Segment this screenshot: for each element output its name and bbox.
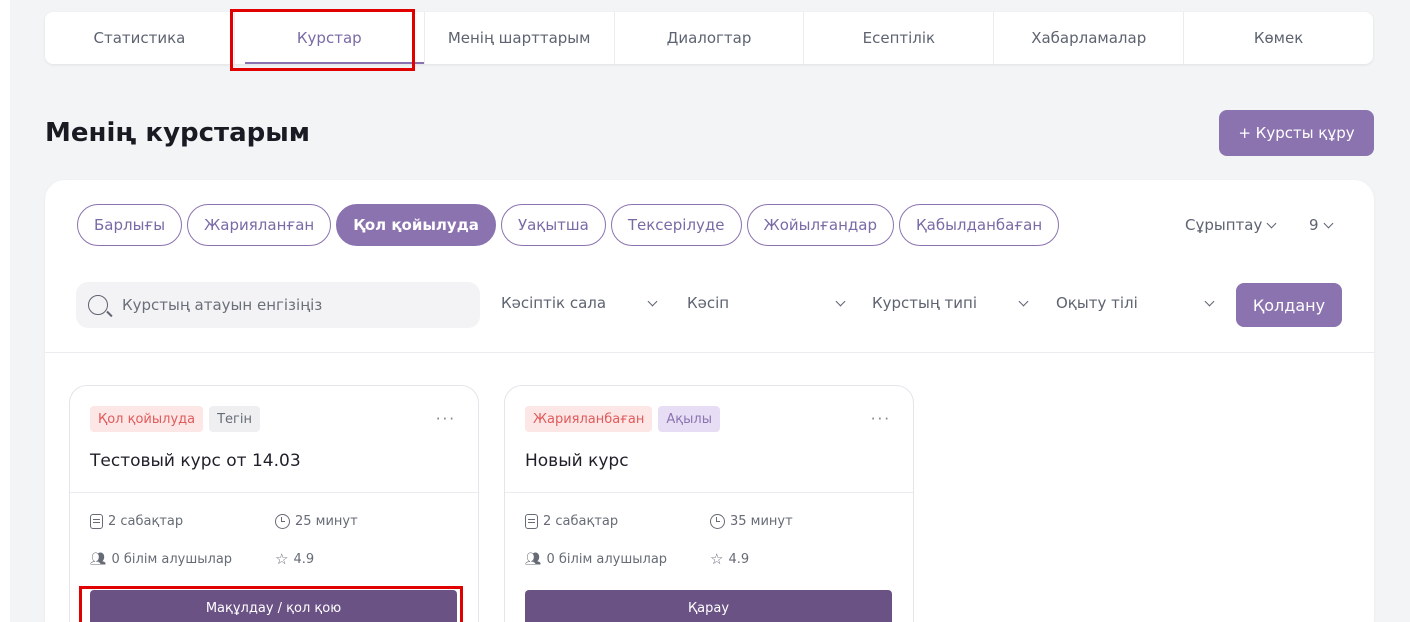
users-icon: 👥︎ (525, 552, 542, 567)
rating: ☆ 4.9 (275, 550, 315, 568)
status-filter-chips: Барлығы Жарияланған Қол қойылуда Уақытша… (77, 204, 1060, 246)
chip-rejected[interactable]: Қабылданбаған (898, 204, 1060, 246)
duration: 25 минут (275, 514, 358, 529)
tab-courses[interactable]: Курстар (235, 12, 425, 64)
per-page-value: 9 (1309, 216, 1319, 234)
approve-sign-button[interactable]: Мақұлдау / қол қою (90, 590, 457, 622)
dropdown-profession[interactable]: Кәсіп (687, 294, 846, 312)
chip-draft[interactable]: Уақытша (500, 204, 606, 246)
dropdown-industry[interactable]: Кәсіптік сала (501, 294, 658, 312)
duration: 35 минут (710, 514, 793, 529)
chip-signing[interactable]: Қол қойылуда (336, 204, 496, 246)
students-count: 👥︎ 0 білім алушылар (525, 552, 667, 567)
course-card: Қол қойылуда Тегін ··· Тестовый курс от … (69, 385, 479, 622)
chip-all[interactable]: Барлығы (77, 204, 183, 246)
students-count: 👥︎ 0 білім алушылар (90, 552, 232, 567)
users-icon: 👥︎ (90, 552, 107, 567)
rating-text: 4.9 (293, 552, 315, 567)
search-box (76, 282, 480, 328)
star-icon: ☆ (710, 550, 724, 568)
card-badges: Жарияланбаған Ақылы (525, 406, 720, 432)
clock-icon (710, 514, 725, 529)
duration-text: 25 минут (295, 514, 358, 529)
page-title: Менің курстарым (45, 118, 311, 148)
course-card: Жарияланбаған Ақылы ··· Новый курс 2 саб… (504, 385, 914, 622)
chip-deleted[interactable]: Жойылғандар (746, 204, 894, 246)
more-options-icon[interactable]: ··· (871, 410, 891, 428)
dropdown-label: Кәсіп (687, 294, 730, 312)
dropdown-label: Оқыту тілі (1056, 294, 1138, 312)
divider (45, 352, 1374, 353)
lessons-text: 2 сабақтар (543, 514, 619, 529)
divider (70, 492, 478, 493)
price-badge: Ақылы (658, 406, 720, 432)
students-text: 0 білім алушылар (546, 552, 668, 567)
tab-my-contracts[interactable]: Менің шарттарым (425, 12, 615, 64)
dropdown-course-type[interactable]: Курстың типі (872, 294, 1029, 312)
status-badge: Қол қойылуда (90, 406, 204, 432)
sort-label: Сұрыптау (1185, 216, 1263, 234)
rating-text: 4.9 (728, 552, 750, 567)
apply-filters-button[interactable]: Қолдану (1236, 283, 1342, 327)
star-icon: ☆ (275, 550, 289, 568)
document-icon (90, 514, 103, 529)
chevron-down-icon (1204, 296, 1215, 306)
chip-in-review[interactable]: Тексерілуде (610, 204, 742, 246)
clock-icon (275, 514, 290, 529)
top-nav: Статистика Курстар Менің шарттарым Диало… (45, 12, 1373, 64)
sort-dropdown[interactable]: Сұрыптау (1185, 216, 1277, 234)
per-page-dropdown[interactable]: 9 (1309, 216, 1333, 234)
search-input[interactable] (122, 296, 462, 314)
more-options-icon[interactable]: ··· (436, 410, 456, 428)
lessons-count: 2 сабақтар (525, 514, 618, 529)
chip-published[interactable]: Жарияланған (187, 204, 332, 246)
view-button[interactable]: Қарау (525, 590, 892, 622)
price-badge: Тегін (209, 406, 260, 432)
chevron-down-icon (1323, 218, 1333, 228)
document-icon (525, 514, 538, 529)
dropdown-language[interactable]: Оқыту тілі (1056, 294, 1215, 312)
chevron-down-icon (1018, 296, 1029, 306)
chevron-down-icon (835, 296, 846, 306)
create-course-button[interactable]: + Курсты құру (1219, 110, 1374, 156)
tab-reports[interactable]: Есептілік (804, 12, 995, 64)
rating: ☆ 4.9 (710, 550, 750, 568)
course-title: Новый курс (525, 451, 629, 471)
status-badge: Жарияланбаған (525, 406, 653, 432)
dropdown-label: Кәсіптік сала (501, 294, 607, 312)
lessons-count: 2 сабақтар (90, 514, 183, 529)
courses-panel: Барлығы Жарияланған Қол қойылуда Уақытша… (45, 180, 1374, 622)
tab-notifications[interactable]: Хабарламалар (994, 12, 1185, 64)
card-badges: Қол қойылуда Тегін (90, 406, 260, 432)
tab-statistics[interactable]: Статистика (45, 12, 235, 64)
duration-text: 35 минут (730, 514, 793, 529)
chevron-down-icon (1266, 218, 1277, 228)
students-text: 0 білім алушылар (111, 552, 233, 567)
search-icon (88, 295, 108, 315)
lessons-text: 2 сабақтар (108, 514, 184, 529)
tab-dialogs[interactable]: Диалогтар (615, 12, 805, 64)
dropdown-label: Курстың типі (872, 294, 978, 312)
chevron-down-icon (647, 296, 658, 306)
tab-help[interactable]: Көмек (1184, 12, 1373, 64)
divider (505, 492, 913, 493)
course-title: Тестовый курс от 14.03 (90, 451, 301, 471)
